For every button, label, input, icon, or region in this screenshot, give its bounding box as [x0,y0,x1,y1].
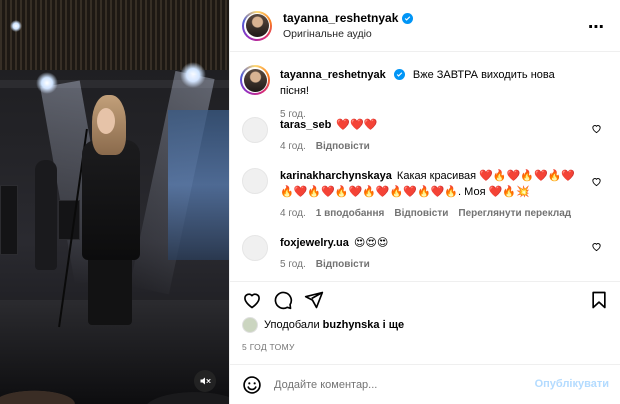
singer [97,108,115,134]
speaker [0,185,18,255]
emoji-icon[interactable] [242,375,262,395]
stage-ceiling [0,0,229,70]
crowd [0,340,229,404]
caption-avatar[interactable] [240,65,270,95]
likes-others[interactable]: і ще [383,319,405,331]
avatar[interactable] [242,317,258,333]
singer [88,255,132,325]
list-item: taras_seb ❤️❤️❤️ 4 год. Відповісти [242,117,614,155]
audio-label[interactable]: Оригінальне аудіо [283,28,413,40]
comment-text: 😍😍😍 [353,237,389,249]
post-side-panel: tayanna_reshetnyak Оригінальне аудіо ⋯ t… [229,0,620,404]
publish-button[interactable]: Опублікувати [535,378,609,390]
more-options-icon[interactable]: ⋯ [588,17,605,37]
comment-username[interactable]: foxjewelry.ua [280,237,349,249]
post-timestamp[interactable]: 5 ГОД ТОМУ [242,342,295,352]
reply-button[interactable]: Відповісти [394,206,448,222]
post-actions-bar [230,281,620,321]
comment-text: ❤️❤️❤️ [336,119,378,131]
reply-button[interactable]: Відповісти [316,139,370,155]
comment-username[interactable]: karinakharchynskaya [280,170,392,182]
share-icon[interactable] [304,290,324,310]
comment-time[interactable]: 4 год. [280,206,306,222]
musician [35,160,57,270]
avatar [243,68,267,92]
list-item: foxjewelry.ua 😍😍😍 5 год. Відповісти [242,235,614,273]
liker-username[interactable]: buzhynska [323,319,380,331]
reply-button[interactable]: Відповісти [316,257,370,273]
likes-prefix: Уподобали [264,319,320,331]
avatar[interactable] [242,168,268,194]
save-bookmark-icon[interactable] [589,290,609,310]
see-translation-button[interactable]: Переглянути переклад [458,206,571,222]
caption: tayanna_reshetnyak Вже ЗАВТРА виходить н… [240,65,614,123]
comment-input[interactable] [274,378,514,391]
post-dialog: tayanna_reshetnyak Оригінальне аудіо ⋯ t… [0,0,620,404]
story-ring-avatar[interactable] [242,10,272,41]
verified-badge-icon [402,12,414,24]
comments-list: tayanna_reshetnyak Вже ЗАВТРА виходить н… [230,53,620,281]
verified-badge-icon [393,69,405,80]
caption-username[interactable]: tayanna_reshetnyak [280,69,386,81]
comment-time[interactable]: 5 год. [280,257,306,273]
list-item: karinakharchynskaya Какая красивая ❤️🔥❤️🔥… [242,168,614,222]
singer [82,140,140,260]
avatar[interactable] [242,117,268,143]
avatar[interactable] [242,235,268,261]
author-username[interactable]: tayanna_reshetnyak [283,11,398,25]
likes-summary: Уподобали buzhynska і ще [242,317,404,333]
comment-composer: Опублікувати [230,364,620,404]
speaker-muted-icon [200,377,211,385]
stage-light [10,20,22,32]
like-comment-heart-icon[interactable] [591,123,602,134]
led-screen [168,110,229,260]
post-header: tayanna_reshetnyak Оригінальне аудіо ⋯ [230,0,620,52]
like-comment-heart-icon[interactable] [591,176,602,187]
comment-likes-count[interactable]: 1 вподобання [316,206,385,222]
like-comment-heart-icon[interactable] [591,241,602,252]
comment-time[interactable]: 4 год. [280,139,306,155]
comment-username[interactable]: taras_seb [280,119,331,131]
mute-button[interactable] [194,370,216,392]
comment-icon[interactable] [273,290,293,310]
like-heart-icon[interactable] [242,290,262,310]
post-video[interactable] [0,0,229,404]
avatar [245,14,269,37]
